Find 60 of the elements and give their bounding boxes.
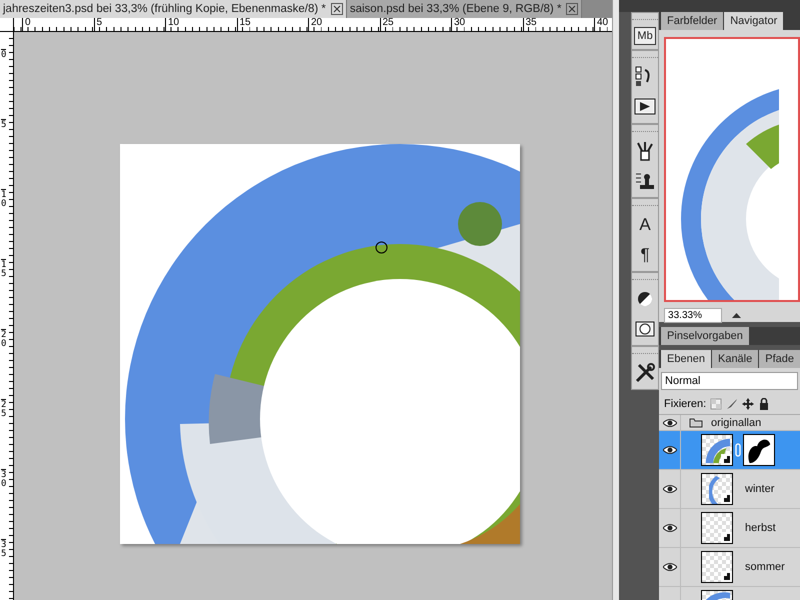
smart-object-icon (721, 493, 732, 504)
layer-name: originallan (711, 416, 762, 430)
move-icon[interactable] (742, 398, 754, 410)
ruler-label: 25 (1, 399, 6, 469)
eye-icon[interactable] (662, 418, 677, 428)
layer-name: sommer (745, 561, 785, 573)
eye-icon[interactable] (662, 523, 677, 533)
ruler-label: 5 (1, 119, 6, 189)
ruler-label: 35 (1, 539, 6, 600)
document-tab[interactable]: saison.psd bei 33,3% (Ebene 9, RGB/8) * (346, 0, 582, 18)
smart-object-icon (721, 454, 732, 465)
ruler-label: 20 (1, 329, 6, 399)
smart-object-icon (721, 532, 732, 543)
close-icon[interactable] (566, 3, 578, 15)
layer-name: herbst (745, 522, 776, 534)
ruler-label: 30 (1, 469, 6, 539)
panel-tab[interactable]: Kanäle (712, 350, 758, 368)
close-icon[interactable] (330, 3, 343, 15)
blend-mode-dropdown[interactable]: Normal (661, 372, 798, 390)
brush-icon[interactable] (726, 398, 738, 410)
ruler-label: 0 (1, 49, 6, 119)
arc-icon (709, 476, 722, 504)
ruler-label: 20 (308, 18, 380, 31)
ruler-label: 5 (94, 18, 165, 31)
brush-cursor-icon (375, 241, 388, 254)
ruler-label: 10 (165, 18, 236, 31)
eye-icon[interactable] (662, 484, 677, 494)
layer-row[interactable]: winter (659, 470, 800, 509)
layer-row[interactable]: sommer (659, 548, 800, 587)
mini-bridge-button[interactable]: Mb (634, 27, 656, 45)
ruler-label: 35 (522, 18, 594, 31)
layer-name: winter (745, 483, 774, 495)
panel-tab[interactable]: Pinselvorgaben (661, 327, 749, 345)
document-tab[interactable]: jahreszeiten3.psd bei 33,3% (frühling Kopie, Ebenenmaske/8) * (0, 0, 347, 18)
lock-label: Fixieren: (664, 398, 706, 410)
layer-row[interactable]: herbst (659, 509, 800, 548)
panel-tab[interactable]: Ebenen (661, 350, 711, 368)
eye-icon[interactable] (662, 562, 677, 572)
smart-object-icon (721, 571, 732, 582)
ruler-label: 15 (1, 259, 6, 329)
vertical-scrollbar[interactable] (612, 0, 620, 600)
panel-tab[interactable]: Navigator (724, 12, 784, 30)
panel-tab[interactable]: Farbfelder (661, 12, 724, 30)
link-icon[interactable] (735, 443, 742, 457)
ruler-label: 30 (451, 18, 522, 31)
zoom-out-icon[interactable] (732, 313, 742, 318)
eye-icon[interactable] (662, 445, 677, 455)
panel-button[interactable]: ¶ (632, 243, 658, 267)
ruler-label: 10 (1, 189, 6, 259)
lock-icon[interactable] (758, 398, 770, 410)
ruler-label: 0 (22, 18, 94, 31)
folder-icon (689, 418, 704, 428)
ruler-label: 15 (236, 18, 308, 31)
navigator-preview[interactable] (664, 37, 800, 302)
ruler-label: 25 (380, 18, 451, 31)
panel-button[interactable]: A (632, 213, 658, 237)
zoom-field[interactable]: 33.33% (664, 308, 722, 323)
layer-row[interactable] (659, 431, 800, 470)
layer-mask-thumbnail[interactable] (743, 434, 776, 466)
panel-tab[interactable]: Pfade (759, 350, 800, 368)
